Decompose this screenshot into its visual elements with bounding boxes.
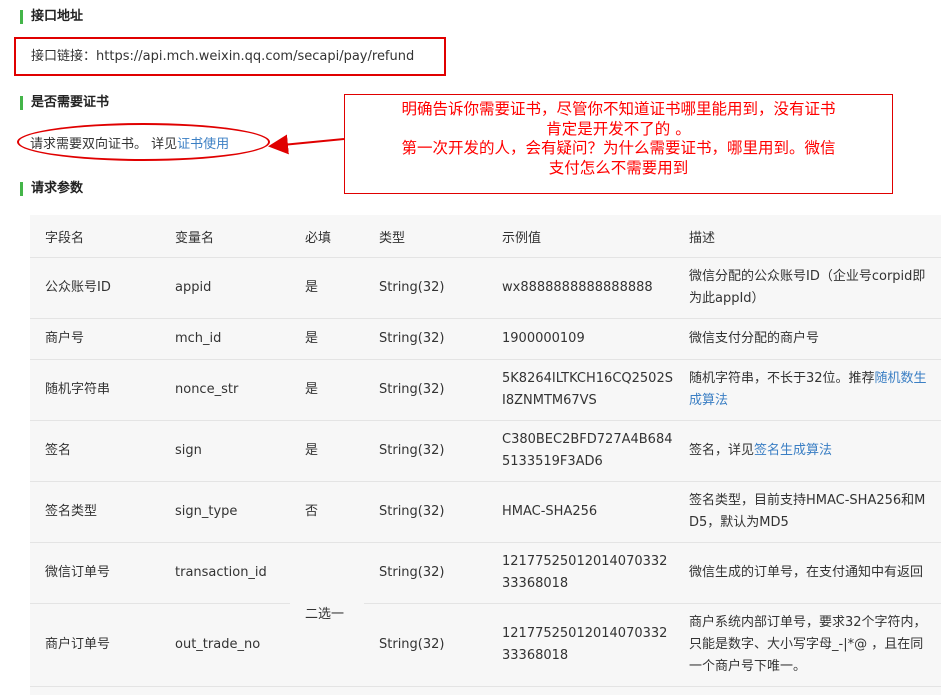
description-text: 随机字符串，不长于32位。推荐 (689, 371, 875, 386)
params-table: 字段名 变量名 必填 类型 示例值 描述 公众账号ID appid 是 Stri… (30, 215, 941, 687)
example-value: 1900000109 (487, 318, 674, 360)
cert-section-title: 是否需要证书 (20, 96, 109, 110)
field-name: 随机字符串 (30, 359, 160, 421)
example-value: 5K8264ILTKCH16CQ2502SI8ZNMTM67VS (487, 359, 674, 421)
variable-name: nonce_str (160, 359, 290, 421)
description: 微信生成的订单号，在支付通知中有返回 (674, 542, 941, 604)
description: 随机字符串，不长于32位。推荐随机数生成算法 (674, 359, 941, 421)
type-value: String(32) (364, 542, 487, 604)
signature-algorithm-link[interactable]: 签名生成算法 (754, 443, 832, 458)
arrow-line (268, 134, 345, 155)
header-type: 类型 (364, 215, 487, 258)
header-variable: 变量名 (160, 215, 290, 258)
required-value: 是 (290, 318, 364, 360)
type-value: String(32) (364, 318, 487, 360)
note-line-2: 肯定是开发不了的 。 (546, 119, 691, 138)
required-value: 是 (290, 359, 364, 421)
example-value: C380BEC2BFD727A4B6845133519F3AD6 (487, 420, 674, 482)
description: 签名，详见签名生成算法 (674, 420, 941, 482)
field-name: 商户号 (30, 318, 160, 360)
cert-requirement: 请求需要双向证书。 详见证书使用 (30, 133, 229, 152)
description: 商户系统内部订单号，要求32个字符内，只能是数字、大小写字母_-|*@ ，且在同… (674, 603, 941, 687)
params-section-title: 请求参数 (20, 182, 83, 196)
variable-name: transaction_id (160, 542, 290, 604)
example-value: 1217752501201407033233368018 (487, 603, 674, 687)
type-value: String(32) (364, 420, 487, 482)
table-row: 商户订单号 out_trade_no String(32) 1217752501… (30, 603, 941, 687)
variable-name: sign_type (160, 481, 290, 543)
endpoint-url: https://api.mch.weixin.qq.com/secapi/pay… (96, 49, 415, 64)
params-table-container: 字段名 变量名 必填 类型 示例值 描述 公众账号ID appid 是 Stri… (30, 215, 941, 695)
table-row: 微信订单号 transaction_id 二选一 String(32) 1217… (30, 542, 941, 687)
table-row: 公众账号ID appid 是 String(32) wx888888888888… (30, 257, 941, 319)
type-value: String(32) (364, 481, 487, 543)
example-value: HMAC-SHA256 (487, 481, 674, 543)
variable-name: sign (160, 420, 290, 482)
field-name: 签名 (30, 420, 160, 482)
endpoint-label: 接口链接： (31, 49, 97, 64)
type-value: String(32) (364, 359, 487, 421)
field-name: 签名类型 (30, 481, 160, 543)
cert-usage-link[interactable]: 证书使用 (177, 137, 229, 152)
description: 微信分配的公众账号ID（企业号corpid即为此appId） (674, 257, 941, 319)
field-name: 公众账号ID (30, 257, 160, 319)
example-value: 1217752501201407033233368018 (487, 542, 674, 604)
required-value-merged: 二选一 (290, 542, 364, 687)
header-required: 必填 (290, 215, 364, 258)
required-value: 是 (290, 420, 364, 482)
cert-text: 请求需要双向证书。 详见 (30, 137, 178, 152)
note-line-3: 第一次开发的人，会有疑问？为什么需要证书，哪里用到。微信 (401, 139, 836, 157)
type-value: String(32) (364, 257, 487, 319)
table-row: 随机字符串 nonce_str 是 String(32) 5K8264ILTKC… (30, 359, 941, 421)
header-description: 描述 (674, 215, 941, 258)
required-value: 是 (290, 257, 364, 319)
required-value: 否 (290, 481, 364, 543)
table-row: 商户号 mch_id 是 String(32) 1900000109 微信支付分… (30, 318, 941, 360)
table-row: 签名类型 sign_type 否 String(32) HMAC-SHA256 … (30, 481, 941, 543)
variable-name: appid (160, 257, 290, 319)
endpoint-highlight-box: 接口链接：https://api.mch.weixin.qq.com/secap… (14, 37, 446, 76)
description-text: 签名，详见 (689, 443, 755, 458)
table-row: 签名 sign 是 String(32) C380BEC2BFD727A4B68… (30, 420, 941, 482)
variable-name: mch_id (160, 318, 290, 360)
variable-name: out_trade_no (160, 603, 290, 687)
description: 微信支付分配的商户号 (674, 318, 941, 360)
note-line-4: 支付怎么不需要用到 (548, 158, 689, 177)
example-value: wx8888888888888888 (487, 257, 674, 319)
type-value: String(32) (364, 603, 487, 687)
header-example: 示例值 (487, 215, 674, 258)
description: 签名类型，目前支持HMAC-SHA256和MD5，默认为MD5 (674, 481, 941, 543)
annotation-note: 明确告诉你需要证书，尽管你不知道证书哪里能用到，没有证书 肯定是开发不了的 。 … (344, 94, 893, 194)
header-field: 字段名 (30, 215, 160, 258)
note-line-1: 明确告诉你需要证书，尽管你不知道证书哪里能用到，没有证书 (401, 100, 836, 118)
endpoint-section-title: 接口地址 (20, 10, 83, 24)
field-name: 微信订单号 (30, 542, 160, 604)
field-name: 商户订单号 (30, 603, 160, 687)
table-header-row: 字段名 变量名 必填 类型 示例值 描述 (30, 215, 941, 258)
